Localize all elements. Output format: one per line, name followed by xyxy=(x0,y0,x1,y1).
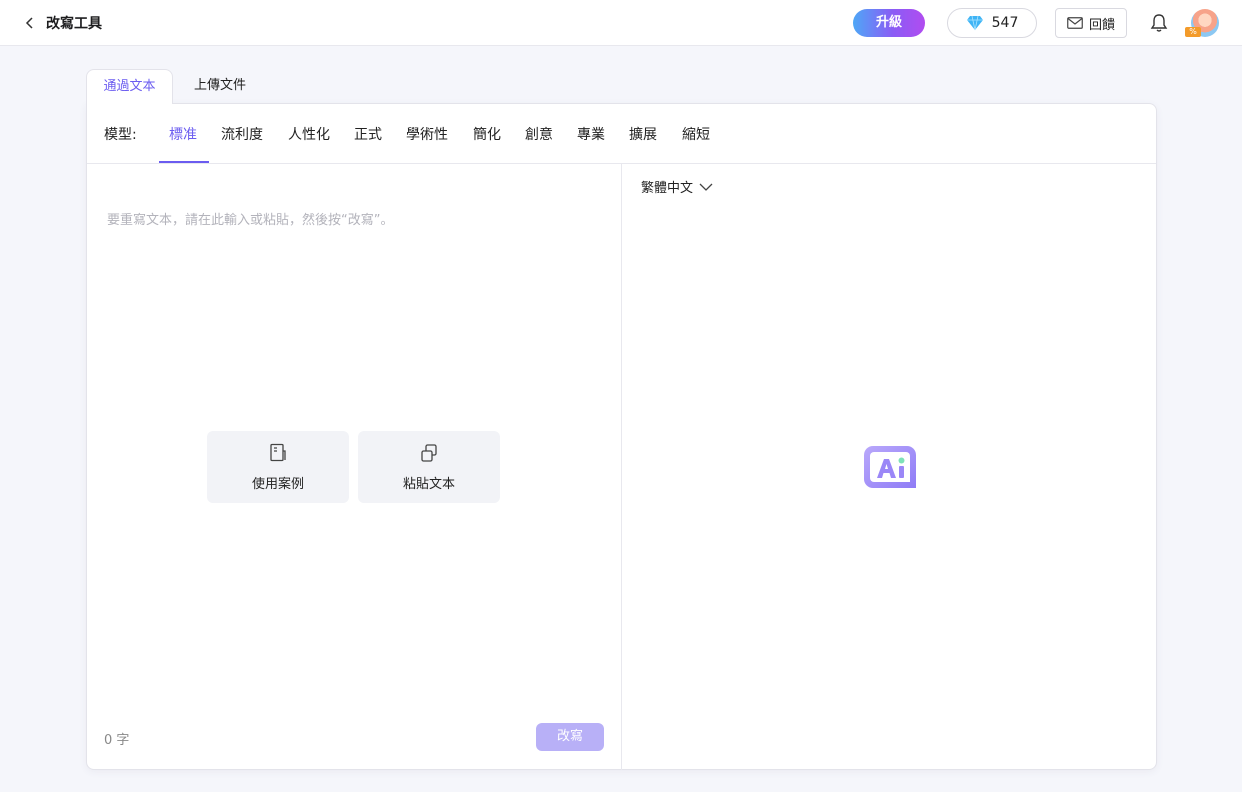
model-expand[interactable]: 擴展 xyxy=(629,124,657,144)
rewrite-card: 模型: 標准 流利度 人性化 正式 學術性 簡化 創意 專業 擴展 縮短 要重寫… xyxy=(86,103,1157,770)
model-simplify[interactable]: 簡化 xyxy=(473,124,501,144)
chevron-left-icon xyxy=(25,17,33,29)
ai-logo-icon xyxy=(864,446,916,488)
bell-icon[interactable] xyxy=(1150,13,1168,33)
mail-icon xyxy=(1067,17,1083,29)
word-count: 0 字 xyxy=(104,733,130,748)
model-shorten[interactable]: 縮短 xyxy=(682,124,710,144)
credits-button[interactable]: 547 xyxy=(947,8,1037,38)
model-bar: 模型: 標准 流利度 人性化 正式 學術性 簡化 創意 專業 擴展 縮短 xyxy=(87,104,1156,164)
input-placeholder[interactable]: 要重寫文本，請在此輸入或粘貼，然後按“改寫”。 xyxy=(107,209,393,228)
model-academic[interactable]: 學術性 xyxy=(406,124,448,144)
rewrite-button[interactable]: 改寫 xyxy=(536,723,604,751)
credits-count: 547 xyxy=(991,15,1019,31)
chevron-down-icon xyxy=(699,183,713,191)
model-standard[interactable]: 標准 xyxy=(169,124,197,144)
model-label: 模型: xyxy=(104,127,137,143)
model-humanize[interactable]: 人性化 xyxy=(288,124,330,144)
language-select[interactable]: 繁體中文 xyxy=(641,177,713,196)
model-active-indicator xyxy=(159,161,209,163)
model-fluency[interactable]: 流利度 xyxy=(221,124,263,144)
discount-badge: % xyxy=(1185,27,1201,37)
input-pane[interactable]: 要重寫文本，請在此輸入或粘貼，然後按“改寫”。 使用案例 粘貼文本 0 字 改寫 xyxy=(87,164,622,770)
model-formal[interactable]: 正式 xyxy=(354,124,382,144)
language-label: 繁體中文 xyxy=(641,181,694,196)
model-professional[interactable]: 專業 xyxy=(577,124,605,144)
page-title: 改寫工具 xyxy=(46,16,102,32)
top-bar: 改寫工具 升級 547 回饋 % xyxy=(0,0,1242,46)
book-icon xyxy=(270,443,286,462)
use-cases-button[interactable]: 使用案例 xyxy=(207,431,349,503)
tab-upload-file[interactable]: 上傳文件 xyxy=(180,69,260,104)
use-cases-label: 使用案例 xyxy=(251,477,304,492)
paste-icon xyxy=(421,444,437,462)
upgrade-button[interactable]: 升級 xyxy=(853,9,925,37)
avatar[interactable]: % xyxy=(1185,9,1219,37)
back-button[interactable]: 改寫工具 xyxy=(24,13,102,33)
output-pane: 繁體中文 xyxy=(623,164,1157,770)
paste-text-button[interactable]: 粘貼文本 xyxy=(358,431,500,503)
diamond-icon xyxy=(966,15,983,31)
model-creative[interactable]: 創意 xyxy=(525,124,553,144)
feedback-button[interactable]: 回饋 xyxy=(1055,8,1127,38)
feedback-label: 回饋 xyxy=(1088,17,1115,33)
paste-text-label: 粘貼文本 xyxy=(402,477,455,492)
tab-text[interactable]: 通過文本 xyxy=(86,69,173,104)
